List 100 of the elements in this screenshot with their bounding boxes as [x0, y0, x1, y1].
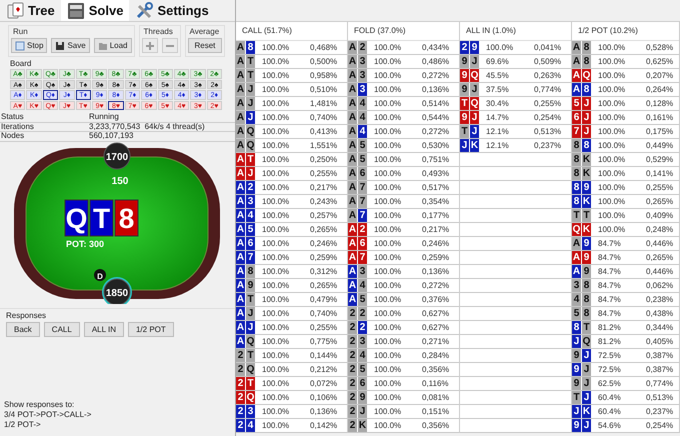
weight-text: 0,237%	[533, 140, 562, 152]
hand-card: T	[246, 293, 255, 306]
weight-text: 1,481%	[309, 98, 338, 110]
frequency-text: 12.1%	[485, 140, 510, 152]
hand-card: A	[572, 251, 581, 264]
response-button[interactable]: 1/2 POT	[128, 322, 174, 336]
hand-card: 2	[348, 377, 357, 390]
weight-text: 0,144%	[309, 350, 338, 362]
weight-text: 0,413%	[309, 126, 338, 138]
load-button[interactable]: Load	[94, 38, 132, 53]
hand-card: Q	[246, 335, 255, 348]
weight-text: 0,958%	[309, 70, 338, 82]
reset-button[interactable]: Reset	[188, 38, 222, 53]
hand-card: 9	[582, 265, 591, 278]
weight-text: 0,387%	[645, 350, 674, 362]
frequency-text: 100.0%	[373, 126, 402, 138]
hand-card: J	[582, 363, 591, 376]
response-button[interactable]: CALL	[44, 322, 80, 336]
group-title: Average	[188, 27, 220, 36]
weight-text: 0,272%	[421, 126, 450, 138]
frequency-text: 100.0%	[373, 364, 402, 376]
weight-text: 0,248%	[645, 224, 674, 236]
frequency-text: 45.5%	[485, 70, 510, 82]
hand-card: T	[246, 349, 255, 362]
hand-card: A	[348, 223, 357, 236]
hand-card: Q	[246, 391, 255, 404]
hand-card: T	[246, 55, 255, 68]
hand-card: 9	[572, 377, 581, 390]
hand-card: 3	[358, 55, 367, 68]
tab[interactable]: Tree	[0, 0, 61, 21]
hand-card: A	[236, 111, 245, 124]
hand-card: 9	[572, 363, 581, 376]
weight-text: 0,062%	[645, 280, 674, 292]
frequency-text: 100.0%	[597, 70, 626, 82]
hand-card: A	[236, 223, 245, 236]
frequency-text: 100.0%	[597, 196, 626, 208]
weight-text: 0,151%	[421, 406, 450, 418]
status-value: 3,233,770,543 64k/s 4 thread(s)	[89, 122, 205, 131]
hand-card: 5	[246, 223, 255, 236]
weight-text: 0,775%	[309, 336, 338, 348]
hand-card: 4	[358, 125, 367, 138]
tab[interactable]: Settings	[129, 0, 215, 21]
frequency-text: 100.0%	[373, 70, 402, 82]
hand-card: A	[236, 97, 245, 110]
frequency-text: 84.7%	[597, 280, 622, 292]
response-button[interactable]: Back	[6, 322, 40, 336]
save-button[interactable]: Save	[51, 38, 90, 53]
board-card: T	[90, 199, 114, 236]
frequency-text: 100.0%	[597, 112, 626, 124]
hand-card: 6	[358, 237, 367, 250]
frequency-text: 100.0%	[597, 140, 626, 152]
hand-card: J	[246, 307, 255, 320]
frequency-text: 100.0%	[373, 98, 402, 110]
weight-text: 0,493%	[421, 168, 450, 180]
weight-text: 0,530%	[421, 140, 450, 152]
hand-card: 9	[582, 181, 591, 194]
frequency-text: 84.7%	[597, 294, 622, 306]
weight-text: 0,356%	[421, 420, 450, 432]
weight-text: 0,255%	[309, 322, 338, 334]
frequency-text: 100.0%	[261, 140, 290, 152]
frequency-text: 100.0%	[261, 112, 290, 124]
hand-card: 9	[358, 391, 367, 404]
hand-card: K	[582, 223, 591, 236]
stop-icon	[15, 40, 25, 50]
weight-text: 0,409%	[645, 210, 674, 222]
frequency-text: 100.0%	[373, 196, 402, 208]
hand-card: A	[348, 111, 357, 124]
status-value: Running	[89, 113, 119, 122]
weight-text: 0,243%	[309, 196, 338, 208]
frequency-text: 100.0%	[597, 84, 626, 96]
hand-card: 4	[246, 209, 255, 222]
weight-text: 0,264%	[645, 84, 674, 96]
hand-card: A	[236, 293, 245, 306]
tab[interactable]: Solve	[60, 0, 130, 21]
stop-button[interactable]: Stop	[11, 38, 48, 53]
frequency-text: 100.0%	[261, 56, 290, 68]
hand-card: A	[236, 279, 245, 292]
weight-text: 0,041%	[533, 42, 562, 54]
weight-text: 0,246%	[421, 238, 450, 250]
weight-text: 0,106%	[309, 392, 338, 404]
hand-card: A	[348, 83, 357, 96]
hand-card: Q	[470, 69, 479, 82]
hand-card: A	[348, 55, 357, 68]
hand-card: J	[470, 83, 479, 96]
frequency-text: 100.0%	[261, 98, 290, 110]
hand-card: 9	[582, 237, 591, 250]
frequency-text: 84.7%	[597, 266, 622, 278]
hand-card: 8	[572, 167, 581, 180]
weight-text: 0,529%	[645, 154, 674, 166]
frequency-text: 54.6%	[597, 420, 622, 432]
frequency-text: 100.0%	[373, 322, 402, 334]
hand-card: 7	[358, 251, 367, 264]
frequency-text: 100.0%	[261, 84, 290, 96]
weight-text: 0,627%	[421, 308, 450, 320]
frequency-text: 100.0%	[261, 392, 290, 404]
response-button[interactable]: ALL IN	[84, 322, 124, 336]
board-card: Q	[64, 199, 88, 236]
weight-text: 0,259%	[421, 252, 450, 264]
frequency-text: 84.7%	[597, 252, 622, 264]
status-label: Iterations	[0, 122, 35, 131]
